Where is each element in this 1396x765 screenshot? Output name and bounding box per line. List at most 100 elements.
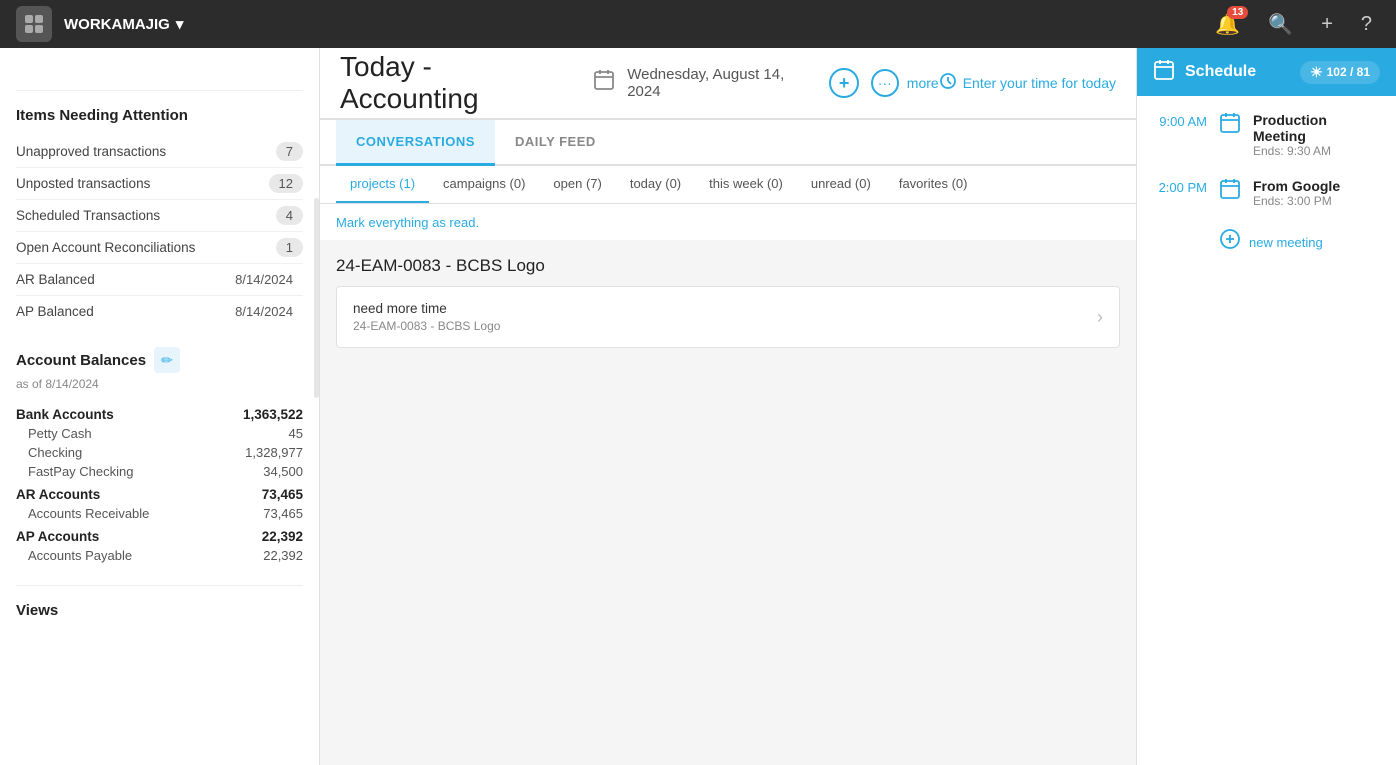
balance-sub-item: Checking 1,328,977 xyxy=(16,443,303,462)
left-sidebar: Items Needing Attention Unapproved trans… xyxy=(0,48,320,765)
sub-tab-open[interactable]: open (7) xyxy=(539,166,615,203)
balance-sub-item: Accounts Receivable 73,465 xyxy=(16,504,303,523)
attention-item-label: Scheduled Transactions xyxy=(16,208,160,223)
balance-group-title: Bank Accounts 1,363,522 xyxy=(16,401,303,424)
sun-icon: ☀ xyxy=(1310,64,1323,81)
sub-tab-this-week[interactable]: this week (0) xyxy=(695,166,797,203)
sub-tab-campaigns[interactable]: campaigns (0) xyxy=(429,166,539,203)
attention-item-label: AP Balanced xyxy=(16,304,94,319)
views-title: Views xyxy=(16,602,303,619)
notification-badge: 13 xyxy=(1227,6,1248,19)
schedule-panel: Schedule ☀ 102 / 81 9:00 AM Produc xyxy=(1136,48,1396,765)
schedule-label: Schedule xyxy=(1185,63,1256,81)
views-section: Views xyxy=(16,585,303,647)
account-balances-section: Account Balances ✏ xyxy=(16,347,303,373)
sidebar-scrollbar[interactable] xyxy=(314,198,319,398)
brand-name[interactable]: WORKAMAJIG ▾ xyxy=(64,15,183,33)
attention-item-value: 7 xyxy=(276,142,303,161)
balance-sub-item: FastPay Checking 34,500 xyxy=(16,462,303,481)
attention-item-value: 12 xyxy=(269,174,303,193)
calendar-icon xyxy=(593,69,615,97)
edit-balances-button[interactable]: ✏ xyxy=(154,347,180,373)
sub-tab-unread[interactable]: unread (0) xyxy=(797,166,885,203)
attention-item[interactable]: Unapproved transactions 7 xyxy=(16,136,303,168)
main-tab-bar: CONVERSATIONS DAILY FEED xyxy=(320,120,1136,166)
add-event-button[interactable]: + xyxy=(829,68,858,98)
mark-read-link[interactable]: Mark everything as read. xyxy=(336,215,479,230)
event-title-0: Production Meeting xyxy=(1253,112,1380,144)
attention-item[interactable]: Unposted transactions 12 xyxy=(16,168,303,200)
event-time-1: 2:00 PM xyxy=(1153,178,1207,195)
balance-group: AP Accounts 22,392 Accounts Payable 22,3… xyxy=(16,523,303,565)
tab-conversations[interactable]: CONVERSATIONS xyxy=(336,120,495,166)
sub-tab-today[interactable]: today (0) xyxy=(616,166,695,203)
attention-item[interactable]: AR Balanced 8/14/2024 xyxy=(16,264,303,296)
attention-item-value: 1 xyxy=(276,238,303,257)
sub-tab-favorites[interactable]: favorites (0) xyxy=(885,166,982,203)
attention-item-value: 4 xyxy=(276,206,303,225)
attention-item[interactable]: Scheduled Transactions 4 xyxy=(16,200,303,232)
schedule-header: Schedule ☀ 102 / 81 xyxy=(1137,48,1396,96)
tab-daily-feed[interactable]: DAILY FEED xyxy=(495,120,616,166)
top-navigation: WORKAMAJIG ▾ 🔔 13 🔍 + ? xyxy=(0,0,1396,48)
conv-subject: need more time xyxy=(353,301,500,316)
attention-section-title: Items Needing Attention xyxy=(16,107,303,124)
balance-groups: Bank Accounts 1,363,522 Petty Cash 45 Ch… xyxy=(16,401,303,565)
more-label: more xyxy=(907,75,939,91)
conversation-item[interactable]: need more time 24-EAM-0083 - BCBS Logo › xyxy=(336,286,1120,348)
help-button[interactable]: ? xyxy=(1361,13,1372,36)
event-ends-1: Ends: 3:00 PM xyxy=(1253,194,1340,208)
page-title: Today - Accounting xyxy=(340,51,573,115)
balances-title: Account Balances xyxy=(16,352,146,369)
balance-group-title: AP Accounts 22,392 xyxy=(16,523,303,546)
attention-item-label: Unapproved transactions xyxy=(16,144,166,159)
schedule-event-1: 2:00 PM From Google Ends: 3:00 PM xyxy=(1153,178,1380,208)
schedule-event-0: 9:00 AM Production Meeting Ends: 9:30 AM xyxy=(1153,112,1380,158)
balance-sub-item: Petty Cash 45 xyxy=(16,424,303,443)
event-time-0: 9:00 AM xyxy=(1153,112,1207,129)
attention-item-label: Open Account Reconciliations xyxy=(16,240,195,255)
event-ends-0: Ends: 9:30 AM xyxy=(1253,144,1380,158)
attention-item-value: 8/14/2024 xyxy=(225,270,303,289)
balance-group-title: AR Accounts 73,465 xyxy=(16,481,303,504)
event-calendar-icon-1 xyxy=(1219,178,1241,206)
attention-item-label: AR Balanced xyxy=(16,272,95,287)
schedule-body: 9:00 AM Production Meeting Ends: 9:30 AM… xyxy=(1137,96,1396,765)
enter-time-label: Enter your time for today xyxy=(963,75,1116,91)
content-area: Today - Accounting Wednesday, August 14,… xyxy=(320,48,1136,765)
page-header-bar: Today - Accounting Wednesday, August 14,… xyxy=(320,48,1136,120)
attention-item[interactable]: AP Balanced 8/14/2024 xyxy=(16,296,303,327)
brand-dropdown-icon: ▾ xyxy=(176,15,184,33)
event-calendar-icon-0 xyxy=(1219,112,1241,140)
app-logo xyxy=(16,6,52,42)
as-of-date: as of 8/14/2024 xyxy=(16,377,303,391)
edit-icon: ✏ xyxy=(161,352,173,369)
conv-sub: 24-EAM-0083 - BCBS Logo xyxy=(353,319,500,333)
main-layout: Items Needing Attention Unapproved trans… xyxy=(0,48,1396,765)
more-button[interactable]: ··· more xyxy=(871,69,939,97)
attention-item[interactable]: Open Account Reconciliations 1 xyxy=(16,232,303,264)
balance-group: Bank Accounts 1,363,522 Petty Cash 45 Ch… xyxy=(16,401,303,481)
brand-name-text: WORKAMAJIG xyxy=(64,16,170,33)
new-meeting-row[interactable]: new meeting xyxy=(1153,228,1380,256)
new-meeting-label[interactable]: new meeting xyxy=(1249,235,1323,250)
event-title-1: From Google xyxy=(1253,178,1340,194)
notifications-button[interactable]: 🔔 13 xyxy=(1215,12,1240,37)
attention-items-list: Unapproved transactions 7 Unposted trans… xyxy=(16,136,303,327)
balance-group: AR Accounts 73,465 Accounts Receivable 7… xyxy=(16,481,303,523)
new-meeting-icon xyxy=(1219,228,1241,256)
sub-tab-projects[interactable]: projects (1) xyxy=(336,166,429,203)
mark-read-bar: Mark everything as read. xyxy=(320,204,1136,240)
conversations-section: 24-EAM-0083 - BCBS Logo need more time 2… xyxy=(320,240,1136,765)
schedule-calendar-icon xyxy=(1153,59,1175,86)
attention-item-label: Unposted transactions xyxy=(16,176,150,191)
sub-tab-bar: projects (1) campaigns (0) open (7) toda… xyxy=(320,166,1136,204)
header-date: Wednesday, August 14, 2024 xyxy=(627,66,817,100)
balance-sub-item: Accounts Payable 22,392 xyxy=(16,546,303,565)
clock-icon xyxy=(939,72,957,95)
enter-time-link[interactable]: Enter your time for today xyxy=(939,72,1116,95)
search-button[interactable]: 🔍 xyxy=(1268,12,1293,37)
schedule-count: ☀ 102 / 81 xyxy=(1300,61,1380,84)
chevron-right-icon: › xyxy=(1097,307,1103,328)
add-button[interactable]: + xyxy=(1321,13,1333,36)
